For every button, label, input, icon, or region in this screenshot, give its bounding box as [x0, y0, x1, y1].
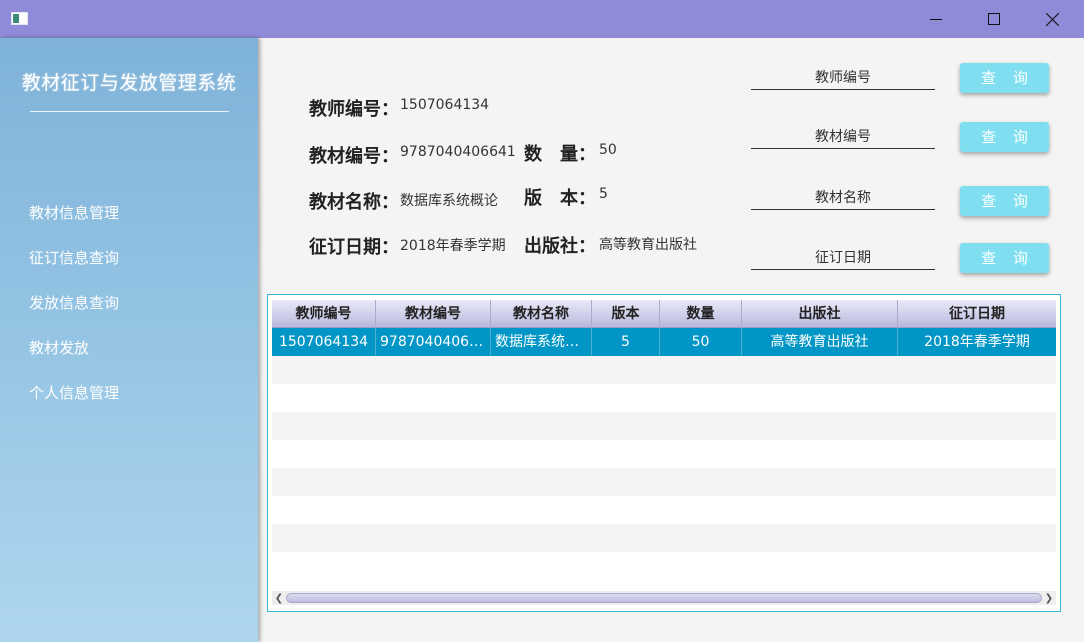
horizontal-scrollbar[interactable]: ❮ ❯	[272, 591, 1056, 605]
column-header-order-date[interactable]: 征订日期	[898, 300, 1056, 328]
minimize-icon	[930, 19, 942, 20]
table-cell: 数据库系统概论	[491, 328, 592, 356]
sidebar-item-order-query[interactable]: 征订信息查询	[29, 247, 119, 268]
book-id-value: 9787040406641	[400, 144, 516, 160]
publisher-value: 高等教育出版社	[599, 237, 697, 253]
column-header-book-name[interactable]: 教材名称	[491, 300, 592, 328]
maximize-icon	[988, 13, 1000, 25]
edition-label: 版 本：	[524, 188, 596, 209]
table-cell: 50	[660, 328, 742, 356]
query-order-date-button[interactable]: 查 询	[960, 243, 1049, 273]
book-name-search-input[interactable]	[751, 186, 935, 210]
scroll-thumb[interactable]	[286, 593, 1042, 603]
column-header-book-id[interactable]: 教材编号	[376, 300, 491, 328]
table-header: 教师编号 教材编号 教材名称 版本 数量 出版社 征订日期	[272, 300, 1056, 328]
order-date-label: 征订日期：	[309, 237, 399, 258]
query-book-name-button[interactable]: 查 询	[960, 186, 1049, 216]
book-name-label: 教材名称：	[309, 192, 399, 213]
sidebar-item-personal-info[interactable]: 个人信息管理	[29, 382, 119, 403]
order-date-search-input[interactable]	[751, 246, 935, 270]
query-book-id-button[interactable]: 查 询	[960, 122, 1049, 152]
quantity-label: 数 量：	[524, 144, 596, 165]
app-icon	[11, 12, 28, 25]
order-date-value: 2018年春季学期	[400, 238, 506, 254]
empty-table-row	[272, 412, 1056, 440]
empty-table-row	[272, 524, 1056, 552]
title-divider	[30, 111, 229, 112]
table-cell: 5	[592, 328, 660, 356]
teacher-id-label: 教师编号：	[309, 99, 399, 120]
scroll-right-icon[interactable]: ❯	[1042, 591, 1056, 605]
column-header-teacher-id[interactable]: 教师编号	[272, 300, 376, 328]
book-id-label: 教材编号：	[309, 146, 399, 167]
empty-table-row	[272, 552, 1056, 580]
maximize-button[interactable]	[965, 0, 1023, 38]
table-cell: 2018年春季学期	[924, 334, 1030, 350]
publisher-label: 出版社：	[524, 236, 596, 257]
sidebar: 教材征订与发放管理系统 教材信息管理 征订信息查询 发放信息查询 教材发放 个人…	[0, 38, 258, 642]
empty-table-row	[272, 468, 1056, 496]
title-bar	[0, 0, 1084, 38]
table-cell: 高等教育出版社	[742, 328, 898, 356]
sidebar-item-textbook-distribution[interactable]: 教材发放	[29, 337, 89, 358]
empty-table-row	[272, 384, 1056, 412]
empty-table-row	[272, 496, 1056, 524]
edition-value: 5	[599, 186, 608, 202]
quantity-value: 50	[599, 142, 617, 158]
order-table[interactable]: 教师编号 教材编号 教材名称 版本 数量 出版社 征订日期 1507064134…	[267, 294, 1061, 612]
column-header-quantity[interactable]: 数量	[660, 300, 742, 328]
empty-table-row	[272, 356, 1056, 384]
column-header-edition[interactable]: 版本	[592, 300, 660, 328]
table-cell: 9787040406641	[376, 328, 491, 356]
system-title: 教材征订与发放管理系统	[21, 72, 237, 94]
table-row[interactable]: 1507064134 9787040406641 数据库系统概论 5 50 高等…	[272, 328, 1056, 356]
teacher-id-search-input[interactable]	[751, 66, 935, 90]
sidebar-item-distribution-query[interactable]: 发放信息查询	[29, 292, 119, 313]
close-icon	[1045, 12, 1059, 26]
book-name-value: 数据库系统概论	[400, 193, 498, 209]
minimize-button[interactable]	[907, 0, 965, 38]
book-id-search-input[interactable]	[751, 125, 935, 149]
query-teacher-id-button[interactable]: 查 询	[960, 63, 1049, 93]
sidebar-item-textbook-info[interactable]: 教材信息管理	[29, 202, 119, 223]
scroll-left-icon[interactable]: ❮	[272, 591, 286, 605]
table-body: 1507064134 9787040406641 数据库系统概论 5 50 高等…	[272, 328, 1056, 580]
teacher-id-value: 1507064134	[400, 97, 490, 113]
table-cell: 1507064134	[272, 328, 376, 356]
empty-table-row	[272, 440, 1056, 468]
close-button[interactable]	[1023, 0, 1081, 38]
column-header-publisher[interactable]: 出版社	[742, 300, 898, 328]
